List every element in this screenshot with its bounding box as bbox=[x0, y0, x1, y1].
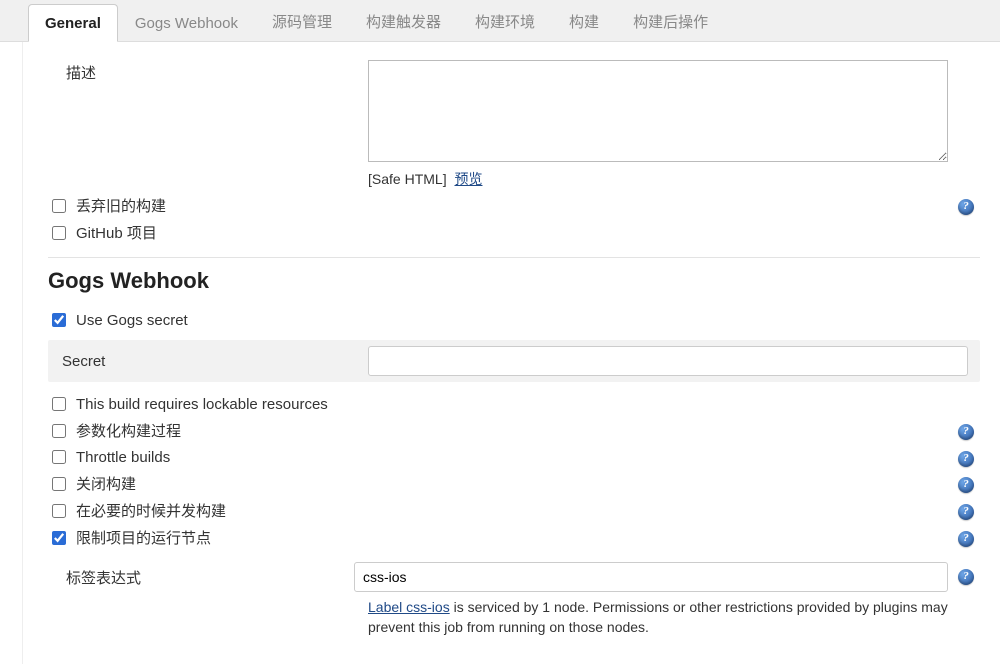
checkbox-discard-old-builds[interactable] bbox=[52, 199, 66, 213]
row-concurrent-build: 在必要的时候并发构建 ? bbox=[48, 500, 980, 521]
help-icon[interactable]: ? bbox=[958, 424, 974, 440]
help-icon[interactable]: ? bbox=[958, 477, 974, 493]
row-label-expression: 标签表达式 ? bbox=[48, 562, 980, 592]
section-title-gogs: Gogs Webhook bbox=[48, 268, 980, 294]
config-tabs: General Gogs Webhook 源码管理 构建触发器 构建环境 构建 … bbox=[0, 0, 1000, 42]
label-label-expression: 标签表达式 bbox=[48, 567, 354, 588]
tab-build-environment[interactable]: 构建环境 bbox=[458, 0, 552, 42]
tab-post-build-actions[interactable]: 构建后操作 bbox=[616, 0, 725, 42]
label-expression-hint: Label css-ios is serviced by 1 node. Per… bbox=[368, 598, 948, 637]
checkbox-throttle-builds[interactable] bbox=[52, 450, 66, 464]
label-expression-hint-text: is serviced by 1 node. Permissions or ot… bbox=[368, 599, 948, 635]
checkbox-concurrent-build[interactable] bbox=[52, 504, 66, 518]
label-discard-old-builds: 丢弃旧的构建 bbox=[76, 195, 166, 216]
tab-general[interactable]: General bbox=[28, 4, 118, 42]
checkbox-parameterized-build[interactable] bbox=[52, 424, 66, 438]
help-icon[interactable]: ? bbox=[958, 504, 974, 520]
row-restrict-node: 限制项目的运行节点 ? bbox=[48, 527, 980, 548]
help-icon[interactable]: ? bbox=[958, 451, 974, 467]
checkbox-disable-build[interactable] bbox=[52, 477, 66, 491]
tab-build[interactable]: 构建 bbox=[552, 0, 616, 42]
input-secret[interactable] bbox=[368, 346, 968, 376]
checkbox-use-gogs-secret[interactable] bbox=[52, 313, 66, 327]
row-throttle-builds: Throttle builds ? bbox=[48, 447, 980, 467]
tab-build-triggers[interactable]: 构建触发器 bbox=[349, 0, 458, 42]
safe-html-label: [Safe HTML] bbox=[368, 171, 447, 187]
label-lockable-resources: This build requires lockable resources bbox=[76, 396, 328, 413]
checkbox-github-project[interactable] bbox=[52, 226, 66, 240]
label-secret: Secret bbox=[62, 353, 368, 370]
help-icon[interactable]: ? bbox=[958, 531, 974, 547]
row-disable-build: 关闭构建 ? bbox=[48, 473, 980, 494]
checkbox-lockable-resources[interactable] bbox=[52, 397, 66, 411]
help-icon[interactable]: ? bbox=[958, 569, 974, 585]
label-concurrent-build: 在必要的时候并发构建 bbox=[76, 500, 226, 521]
tab-gogs-webhook[interactable]: Gogs Webhook bbox=[118, 4, 255, 42]
row-description: 描述 [Safe HTML] 预览 bbox=[48, 60, 980, 189]
row-secret: Secret bbox=[48, 340, 980, 382]
left-divider bbox=[22, 42, 23, 664]
description-value-col: [Safe HTML] 预览 bbox=[368, 60, 980, 189]
row-github-project: GitHub 项目 bbox=[48, 222, 980, 243]
label-use-gogs-secret: Use Gogs secret bbox=[76, 312, 188, 329]
section-separator bbox=[48, 257, 980, 258]
description-textarea[interactable] bbox=[368, 60, 948, 162]
label-description: 描述 bbox=[48, 60, 368, 83]
help-icon[interactable]: ? bbox=[958, 199, 974, 215]
tab-source-code-management[interactable]: 源码管理 bbox=[255, 0, 349, 42]
row-lockable-resources: This build requires lockable resources bbox=[48, 394, 980, 414]
preview-link[interactable]: 预览 bbox=[454, 171, 482, 187]
content-area: 描述 [Safe HTML] 预览 丢弃旧的构建 ? GitHub 项目 Gog… bbox=[0, 42, 1000, 655]
label-restrict-node: 限制项目的运行节点 bbox=[76, 527, 211, 548]
row-use-gogs-secret: Use Gogs secret bbox=[48, 310, 980, 330]
row-parameterized-build: 参数化构建过程 ? bbox=[48, 420, 980, 441]
label-github-project: GitHub 项目 bbox=[76, 222, 157, 243]
description-helper-row: [Safe HTML] 预览 bbox=[368, 169, 948, 189]
label-css-ios-link[interactable]: Label css-ios bbox=[368, 599, 450, 615]
row-discard-old-builds: 丢弃旧的构建 ? bbox=[48, 195, 980, 216]
input-label-expression[interactable] bbox=[354, 562, 948, 592]
label-throttle-builds: Throttle builds bbox=[76, 449, 170, 466]
label-disable-build: 关闭构建 bbox=[76, 473, 136, 494]
page-root: General Gogs Webhook 源码管理 构建触发器 构建环境 构建 … bbox=[0, 0, 1000, 664]
label-parameterized-build: 参数化构建过程 bbox=[76, 420, 181, 441]
checkbox-restrict-node[interactable] bbox=[52, 531, 66, 545]
